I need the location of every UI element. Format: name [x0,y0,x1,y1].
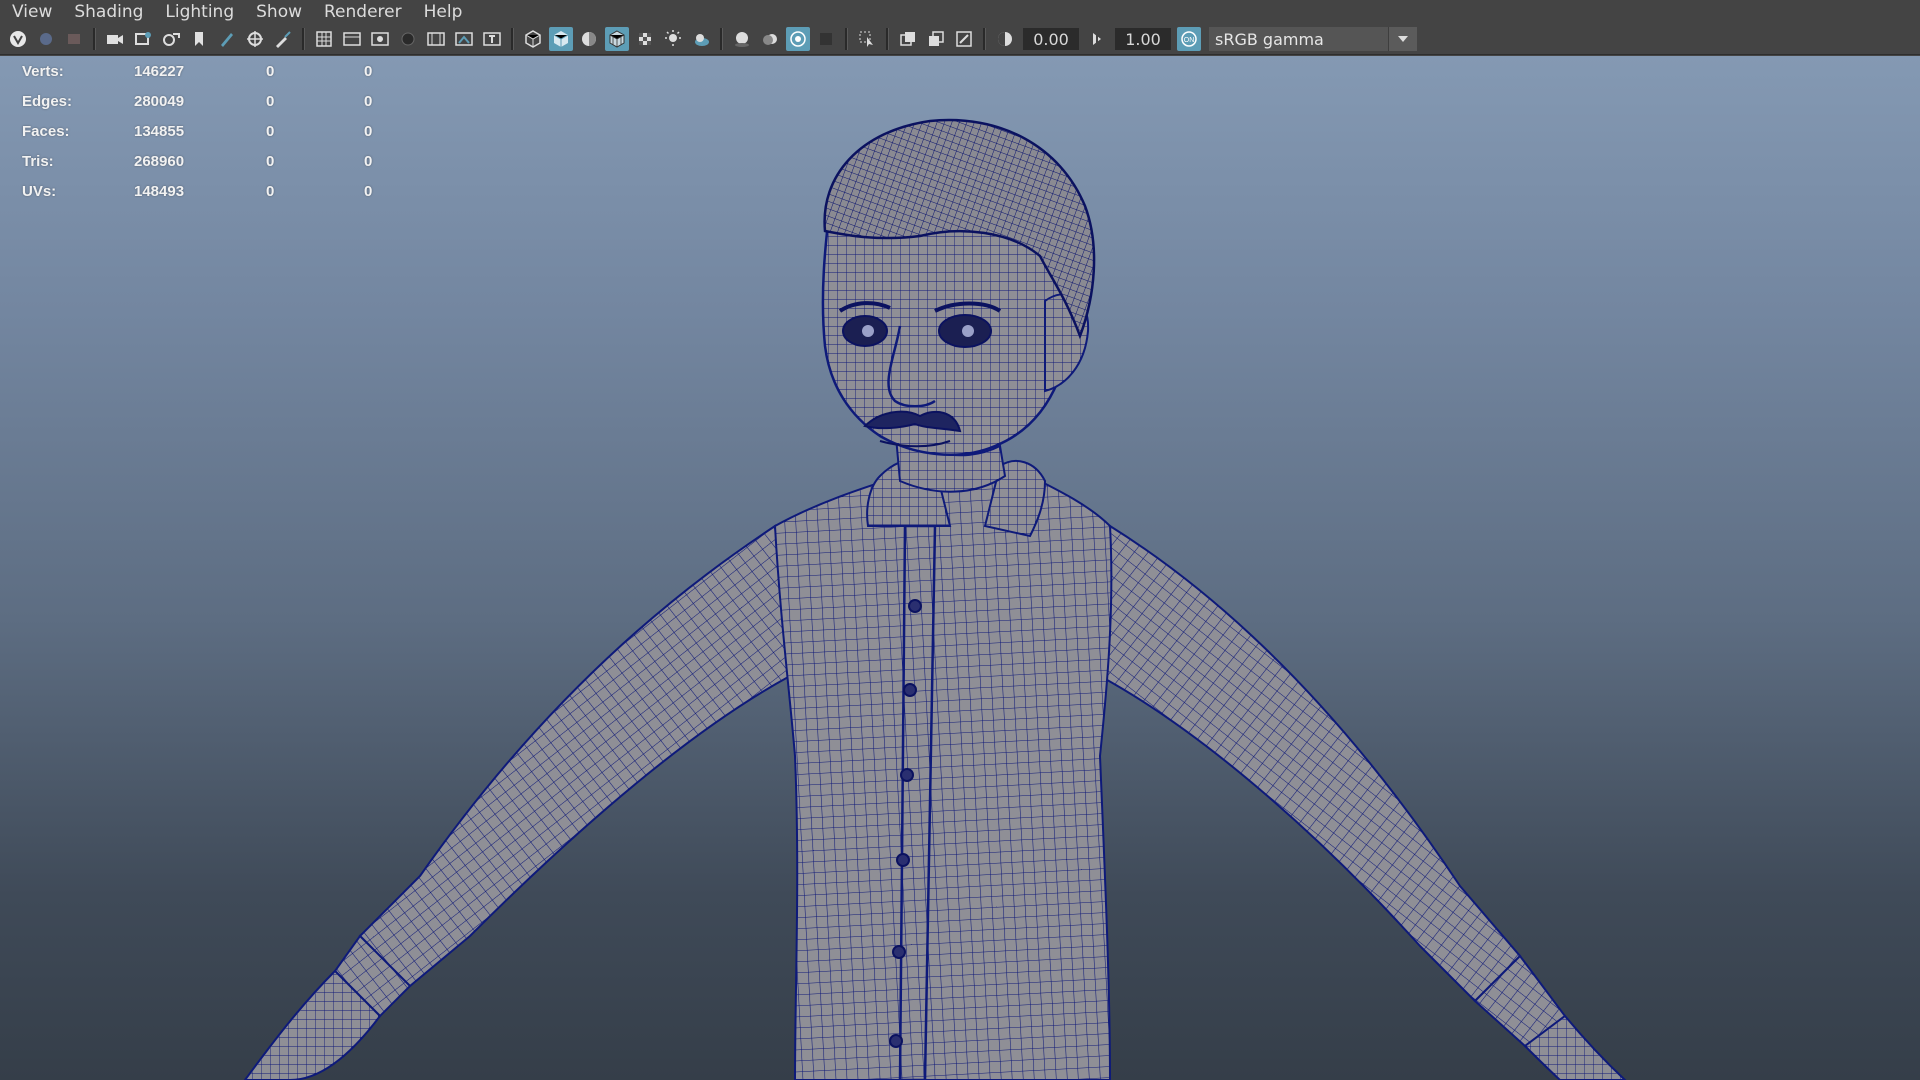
shadows-icon[interactable] [689,27,713,51]
select-camera-icon[interactable] [6,27,30,51]
gamma-field[interactable]: 1.00 [1115,28,1171,50]
hud-label: Faces: [22,122,70,140]
hud-selected-count: 0 [266,122,275,140]
3d-viewport[interactable]: Verts: 146227 0 0 Edges: 280049 0 0 Face… [0,56,1920,1080]
camera-attributes-icon[interactable] [62,27,86,51]
viewport-toolbar: 0.00 1.00 ON sRGB gamma [0,24,1920,55]
bookmark-icon[interactable] [187,27,211,51]
lock-camera-icon[interactable] [34,27,58,51]
two-d-pan-zoom-icon[interactable] [243,27,267,51]
film-gate-icon[interactable] [340,27,364,51]
safe-action-icon[interactable] [452,27,476,51]
grease-pencil-icon[interactable] [215,27,239,51]
toolbar-separator [983,28,986,50]
toolbar-separator [302,28,305,50]
hud-value: 134855 [134,122,185,140]
hud-label: Verts: [22,62,64,80]
hud-component-count: 0 [364,62,373,80]
gamma-icon[interactable] [1085,27,1109,51]
wireframe-icon[interactable] [521,27,545,51]
hud-label: UVs: [22,182,57,200]
textured-icon[interactable] [633,27,657,51]
right-sleeve [1098,524,1522,1003]
exposure-icon[interactable] [993,27,1017,51]
hud-value: 280049 [134,92,185,110]
default-material-icon[interactable] [577,27,601,51]
multisample-aa-icon[interactable] [786,27,810,51]
toolbar-separator [93,28,96,50]
viewport-menubar: View Shading Lighting Show Renderer Help [0,0,1920,24]
hud-row-tris: Tris: 268960 0 0 [22,146,404,176]
hud-value: 268960 [134,152,185,170]
maya-viewport-window: View Shading Lighting Show Renderer Help [0,0,1920,1080]
character-wireframe-model[interactable] [0,56,1920,1080]
menu-show[interactable]: Show [245,0,313,24]
hud-component-count: 0 [364,182,373,200]
hud-row-faces: Faces: 134855 0 0 [22,116,404,146]
shirt-torso [773,474,1113,1080]
hud-label: Edges: [22,92,73,110]
menu-help[interactable]: Help [413,0,474,24]
smooth-shade-icon[interactable] [549,27,573,51]
chevron-down-icon[interactable] [1388,27,1417,51]
hud-row-uvs: UVs: 148493 0 0 [22,176,404,206]
image-plane-icon[interactable] [131,27,155,51]
gate-mask-icon[interactable] [396,27,420,51]
color-management-icon[interactable]: ON [1177,27,1201,51]
hud-label: Tris: [22,152,54,170]
hud-value: 148493 [134,182,185,200]
svg-text:ON: ON [1184,37,1195,44]
use-all-lights-icon[interactable] [661,27,685,51]
exposure-field[interactable]: 0.00 [1023,28,1079,50]
hud-component-count: 0 [364,122,373,140]
hud-component-count: 0 [364,92,373,110]
xray-active-components-icon[interactable] [924,27,948,51]
menu-renderer[interactable]: Renderer [313,0,413,24]
screen-space-ao-icon[interactable] [730,27,754,51]
grid-icon[interactable] [312,27,336,51]
toolbar-separator [511,28,514,50]
paint-icon[interactable] [271,27,295,51]
menu-view[interactable]: View [0,0,63,24]
xray-joints-icon[interactable] [952,27,976,51]
wireframe-on-shaded-icon[interactable] [605,27,629,51]
resolution-gate-icon[interactable] [368,27,392,51]
field-chart-icon[interactable] [424,27,448,51]
menu-lighting[interactable]: Lighting [154,0,245,24]
toolbar-separator [720,28,723,50]
hud-component-count: 0 [364,152,373,170]
hud-row-edges: Edges: 280049 0 0 [22,86,404,116]
camera-reset-icon[interactable] [159,27,183,51]
hud-selected-count: 0 [266,182,275,200]
view-transform-value: sRGB gamma [1215,29,1324,49]
poly-count-hud: Verts: 146227 0 0 Edges: 280049 0 0 Face… [22,56,404,206]
isolate-select-icon[interactable] [855,27,879,51]
toolbar-separator [886,28,889,50]
hud-selected-count: 0 [266,62,275,80]
xray-icon[interactable] [896,27,920,51]
hud-selected-count: 0 [266,92,275,110]
left-sleeve [358,524,792,988]
safe-title-icon[interactable] [480,27,504,51]
hud-selected-count: 0 [266,152,275,170]
bookmark-camera-icon[interactable] [103,27,127,51]
menu-shading[interactable]: Shading [63,0,154,24]
hud-row-verts: Verts: 146227 0 0 [22,56,404,86]
toolbar-separator [845,28,848,50]
motion-blur-icon[interactable] [758,27,782,51]
depth-of-field-icon[interactable] [814,27,838,51]
view-transform-dropdown[interactable]: sRGB gamma [1209,27,1417,51]
hud-value: 146227 [134,62,185,80]
